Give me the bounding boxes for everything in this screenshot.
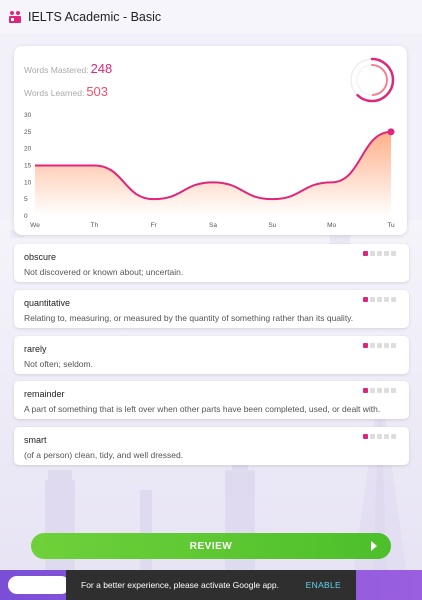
mastery-dot — [363, 388, 368, 393]
mastery-dot — [384, 388, 389, 393]
y-tick-label: 5 — [24, 196, 28, 203]
chart-point — [387, 128, 395, 136]
x-tick-label: Th — [91, 222, 99, 229]
mastery-dot — [377, 297, 382, 302]
word-definition: Relating to, measuring, or measured by t… — [24, 313, 354, 323]
word-card[interactable]: obscure Not discovered or known about; u… — [14, 244, 409, 282]
words-mastered-stat: Words Mastered: 248 — [24, 61, 112, 76]
bottom-input-pill[interactable] — [8, 576, 70, 594]
app-title: IELTS Academic - Basic — [28, 10, 162, 24]
word-card[interactable]: quantitative Relating to, measuring, or … — [14, 290, 409, 328]
snackbar: For a better experience, please activate… — [66, 570, 356, 600]
word-card[interactable]: rarely Not often; seldom. — [14, 336, 409, 374]
chart-area — [35, 131, 391, 216]
mastery-dot — [370, 251, 375, 256]
mastery-dot — [384, 434, 389, 439]
mastery-dots — [363, 434, 396, 439]
mastery-dot — [377, 343, 382, 348]
mastery-dot — [391, 434, 396, 439]
enable-button[interactable]: ENABLE — [306, 580, 341, 590]
mastery-dot — [370, 434, 375, 439]
mastery-dot — [377, 434, 382, 439]
mastery-dots — [363, 343, 396, 348]
y-tick-label: 15 — [24, 163, 32, 170]
word-definition: (of a person) clean, tidy, and well dres… — [24, 450, 184, 460]
x-tick-label: We — [30, 222, 40, 229]
stats-card: Words Mastered: 248 Words Learned: 503 0… — [14, 46, 407, 235]
mastery-dot — [363, 297, 368, 302]
mastery-dot — [391, 251, 396, 256]
y-tick-label: 10 — [24, 179, 32, 186]
play-icon — [371, 541, 377, 551]
word-card[interactable]: remainder A part of something that is le… — [14, 381, 409, 419]
mastery-dot — [377, 388, 382, 393]
mastery-dots — [363, 388, 396, 393]
mastery-dots — [363, 251, 396, 256]
words-learned-value: 503 — [86, 84, 109, 99]
mastery-dot — [391, 388, 396, 393]
mastery-dot — [370, 388, 375, 393]
review-label: REVIEW — [189, 540, 233, 552]
mastery-dot — [377, 251, 382, 256]
mastery-dot — [370, 343, 375, 348]
mastery-dot — [391, 343, 396, 348]
mastery-dot — [363, 251, 368, 256]
app-bar: IELTS Academic - Basic — [0, 0, 422, 34]
mastery-dot — [391, 297, 396, 302]
mastery-dot — [384, 343, 389, 348]
x-tick-label: Su — [268, 222, 276, 229]
mastery-dot — [370, 297, 375, 302]
x-tick-label: Sa — [209, 222, 217, 229]
word-term: remainder — [24, 389, 65, 399]
y-tick-label: 25 — [24, 129, 32, 136]
word-term: smart — [24, 435, 47, 445]
progress-ring — [349, 57, 395, 103]
x-tick-label: Tu — [387, 222, 395, 229]
words-mastered-value: 248 — [90, 61, 113, 76]
word-definition: Not often; seldom. — [24, 359, 93, 369]
words-mastered-label: Words Mastered: — [24, 65, 89, 75]
snackbar-message: For a better experience, please activate… — [81, 580, 279, 590]
weekly-chart: 0 5 10 15 20 25 30 We Th Fr Sa Su Mo Tu — [24, 112, 395, 229]
words-learned-label: Words Learned: — [24, 88, 85, 98]
word-card[interactable]: smart (of a person) clean, tidy, and wel… — [14, 427, 409, 465]
mastery-dot — [363, 343, 368, 348]
y-tick-label: 20 — [24, 146, 32, 153]
y-tick-label: 30 — [24, 112, 32, 119]
word-definition: Not discovered or known about; uncertain… — [24, 267, 184, 277]
words-learned-stat: Words Learned: 503 — [24, 84, 108, 99]
x-tick-label: Fr — [151, 222, 158, 229]
word-definition: A part of something that is left over wh… — [24, 404, 381, 414]
word-term: quantitative — [24, 298, 71, 308]
learner-icon — [9, 11, 21, 23]
mastery-dots — [363, 297, 396, 302]
mastery-dot — [384, 251, 389, 256]
y-tick-label: 0 — [24, 213, 28, 220]
review-button[interactable]: REVIEW — [31, 533, 391, 559]
x-tick-label: Mo — [327, 222, 336, 229]
word-term: rarely — [24, 344, 47, 354]
mastery-dot — [384, 297, 389, 302]
mastery-dot — [363, 434, 368, 439]
word-term: obscure — [24, 252, 57, 262]
